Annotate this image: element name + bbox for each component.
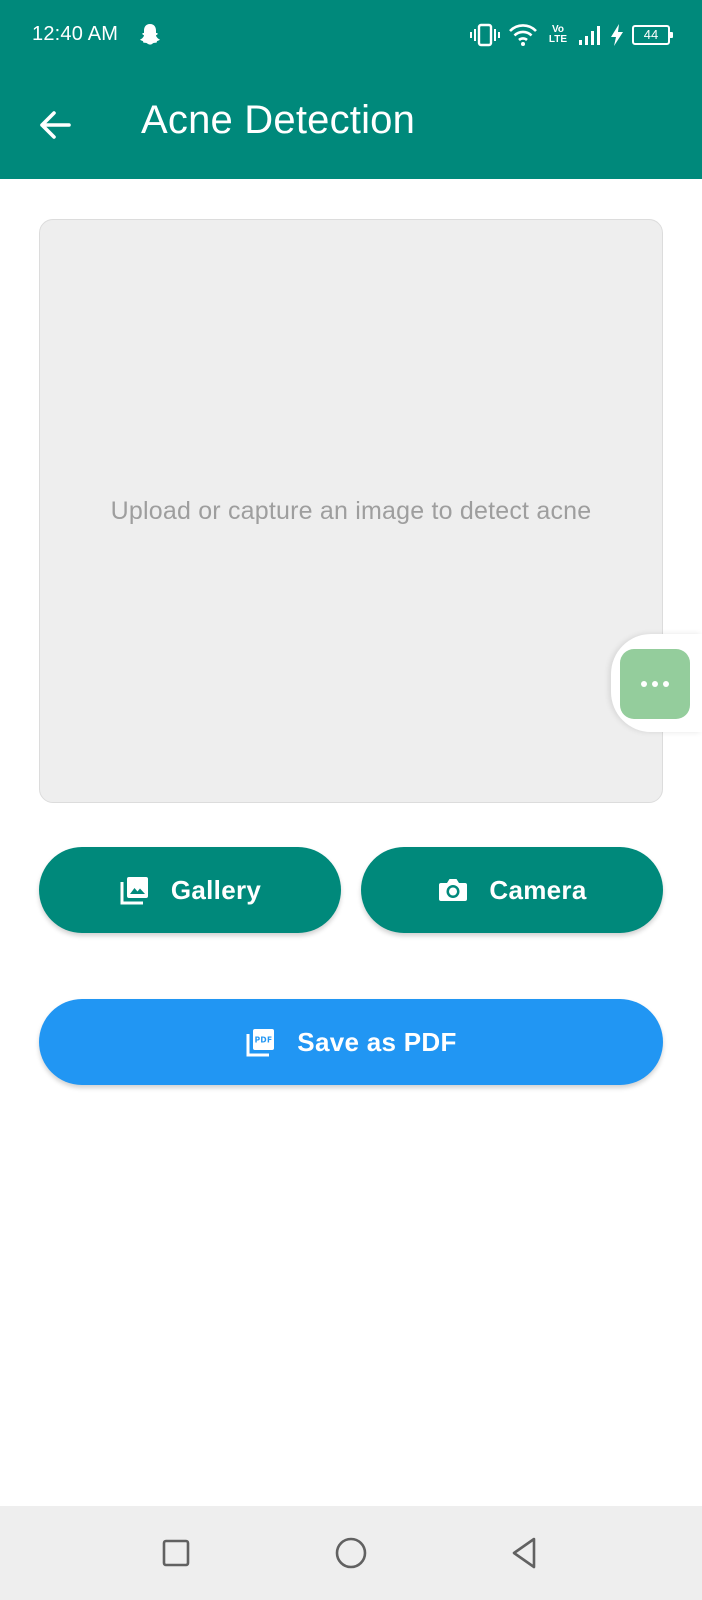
app-bar: 12:40 AM Vo LTE 44 Acne Detection [0,0,702,179]
battery-icon: 44 [632,25,673,45]
photo-library-icon [119,874,151,906]
home-button[interactable] [326,1528,376,1578]
wifi-icon [509,24,537,46]
charging-icon [611,24,623,46]
floating-menu-button[interactable] [620,649,690,719]
gallery-button-label: Gallery [170,874,262,905]
camera-button[interactable]: Camera [361,847,663,933]
home-circle-icon [335,1537,367,1569]
recents-button[interactable] [151,1528,201,1578]
camera-button-label: Camera [489,874,587,905]
status-time: 12:40 AM [32,23,119,45]
volte-icon: Vo LTE [548,24,568,45]
status-icons: Vo LTE 44 [470,20,673,50]
image-preview-area[interactable]: Upload or capture an image to detect acn… [39,219,663,803]
svg-text:PDF: PDF [255,1036,273,1045]
system-nav-bar [0,1506,702,1600]
page-title: Acne Detection [141,98,416,142]
more-dot [663,681,669,687]
image-placeholder-text: Upload or capture an image to detect acn… [110,496,592,525]
nav-back-button[interactable] [499,1528,549,1578]
recents-square-icon [162,1539,190,1567]
back-triangle-icon [512,1537,536,1569]
camera-icon [437,874,469,906]
save-as-pdf-button[interactable]: PDF Save as PDF [39,999,663,1085]
back-button[interactable] [30,100,80,150]
gallery-button[interactable]: Gallery [39,847,341,933]
more-dot [652,681,658,687]
snapchat-ghost-icon [140,24,160,45]
save-as-pdf-label: Save as PDF [297,1026,457,1057]
arrow-left-icon [40,111,71,139]
vibrate-icon [470,23,500,47]
signal-icon [579,26,600,45]
pdf-icon: PDF [245,1026,277,1058]
more-horizontal-icon [641,681,647,687]
